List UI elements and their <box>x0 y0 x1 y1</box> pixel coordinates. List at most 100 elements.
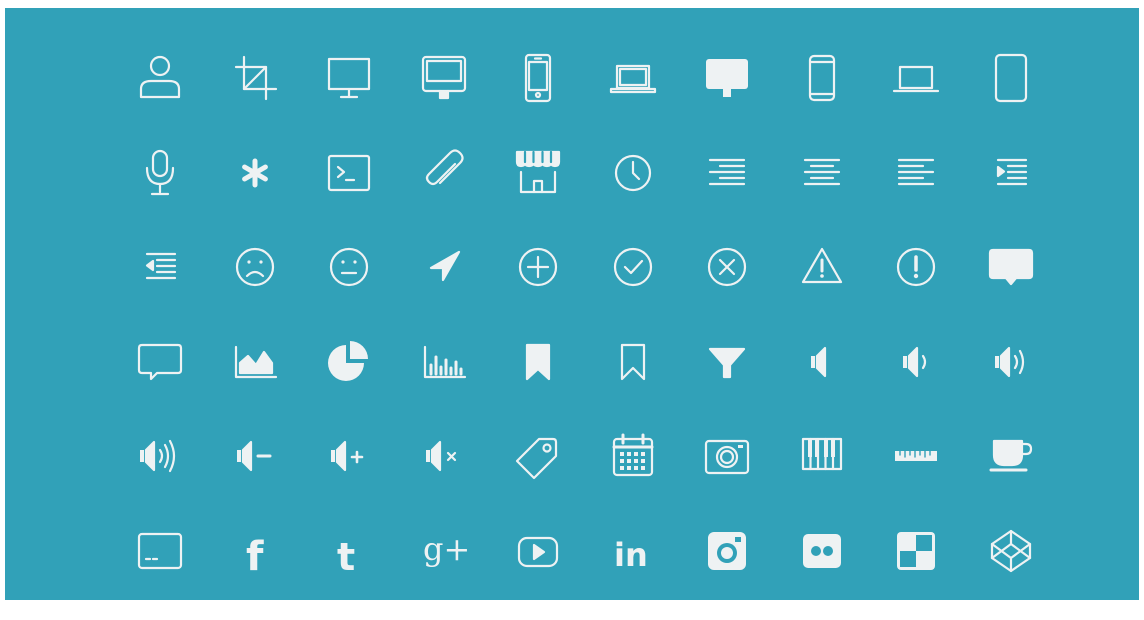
align-left-icon <box>891 148 941 198</box>
bookmark-filled-icon <box>513 337 563 387</box>
laptop-icon <box>608 53 658 103</box>
cell-location-arrow <box>419 242 514 337</box>
volume-down-icon <box>230 431 280 481</box>
camera-icon <box>702 431 752 481</box>
ruler-icon <box>891 431 941 481</box>
cell-align-right <box>702 148 797 243</box>
cell-align-center <box>797 148 892 243</box>
align-center-icon <box>797 148 847 198</box>
cell-tablet <box>986 53 1081 148</box>
cell-subtitles <box>135 526 230 620</box>
facebook-icon[interactable]: f <box>230 526 280 576</box>
cell-chat-bubble-filled <box>986 242 1081 337</box>
cell-area-chart <box>230 337 325 432</box>
cell-laptop <box>608 53 703 148</box>
piano-icon <box>797 431 847 481</box>
area-chart-icon <box>230 337 280 387</box>
cell-outdent <box>135 242 230 337</box>
instagram-icon[interactable] <box>702 526 752 576</box>
cell-align-left <box>891 148 986 243</box>
user-icon <box>135 53 185 103</box>
cell-youtube <box>513 526 608 620</box>
cell-paperclip <box>419 148 514 243</box>
cell-codepen <box>986 526 1081 620</box>
cell-user <box>135 53 230 148</box>
twitter-glyph: t <box>337 535 355 576</box>
facebook-glyph: f <box>246 534 264 576</box>
pie-chart-icon <box>324 337 374 387</box>
youtube-icon[interactable] <box>513 526 563 576</box>
coffee-cup-icon <box>986 431 1036 481</box>
check-circle-icon <box>608 242 658 292</box>
paperclip-icon <box>419 148 469 198</box>
cell-plus-circle <box>513 242 608 337</box>
tablet-icon <box>986 53 1036 103</box>
cell-volume-high <box>135 431 230 526</box>
cell-check-circle <box>608 242 703 337</box>
delicious-icon[interactable] <box>891 526 941 576</box>
neutral-face-icon <box>324 242 374 292</box>
google-plus-icon[interactable]: g+ <box>419 526 469 576</box>
cell-bookmark-outline <box>608 337 703 432</box>
filter-icon <box>702 337 752 387</box>
cell-volume-medium <box>986 337 1081 432</box>
volume-low-icon <box>891 337 941 387</box>
twitter-icon[interactable]: t <box>324 526 374 576</box>
microphone-icon <box>135 148 185 198</box>
cell-instagram <box>702 526 797 620</box>
chat-bubble-filled-icon <box>986 242 1036 292</box>
cell-flickr <box>797 526 892 620</box>
cell-twitter: t <box>324 526 419 620</box>
display-filled-icon <box>702 53 752 103</box>
icon-grid: f t g+ in <box>135 53 1075 620</box>
subtitles-icon <box>135 526 185 576</box>
cell-exclamation-circle <box>891 242 986 337</box>
cell-coffee-cup <box>986 431 1081 526</box>
bar-chart-icon <box>419 337 469 387</box>
imac-icon <box>419 53 469 103</box>
tag-icon <box>513 431 563 481</box>
cell-tag <box>513 431 608 526</box>
cell-calendar <box>608 431 703 526</box>
cell-warning-triangle <box>797 242 892 337</box>
store-icon <box>513 148 563 198</box>
flickr-icon[interactable] <box>797 526 847 576</box>
outdent-icon <box>135 242 185 292</box>
cell-camera <box>702 431 797 526</box>
cell-volume-mute <box>419 431 514 526</box>
cell-google-plus: g+ <box>419 526 514 620</box>
sad-face-icon <box>230 242 280 292</box>
cell-clock <box>608 148 703 243</box>
cell-indent <box>986 148 1081 243</box>
align-right-icon <box>702 148 752 198</box>
cell-laptop-outline <box>891 53 986 148</box>
cell-volume-low <box>891 337 986 432</box>
close-circle-icon <box>702 242 752 292</box>
cell-store <box>513 148 608 243</box>
cell-piano <box>797 431 892 526</box>
cell-terminal <box>324 148 419 243</box>
cell-linkedin: in <box>608 526 703 620</box>
location-arrow-icon <box>419 242 469 292</box>
cell-ruler <box>891 431 986 526</box>
cell-iphone <box>513 53 608 148</box>
cell-sad-face <box>230 242 325 337</box>
volume-mute-icon <box>419 431 469 481</box>
bookmark-outline-icon <box>608 337 658 387</box>
terminal-icon <box>324 148 374 198</box>
warning-triangle-icon <box>797 242 847 292</box>
volume-up-icon <box>324 431 374 481</box>
google-plus-glyph: g+ <box>423 530 469 568</box>
cell-microphone <box>135 148 230 243</box>
cell-bar-chart <box>419 337 514 432</box>
cell-delicious <box>891 526 986 620</box>
cell-volume-up <box>324 431 419 526</box>
phone-filled-icon <box>797 53 847 103</box>
volume-high-icon <box>135 431 185 481</box>
codepen-icon[interactable] <box>986 526 1036 576</box>
linkedin-icon[interactable]: in <box>608 526 658 576</box>
asterisk-icon <box>230 148 280 198</box>
cell-pie-chart <box>324 337 419 432</box>
exclamation-circle-icon <box>891 242 941 292</box>
cell-monitor <box>324 53 419 148</box>
